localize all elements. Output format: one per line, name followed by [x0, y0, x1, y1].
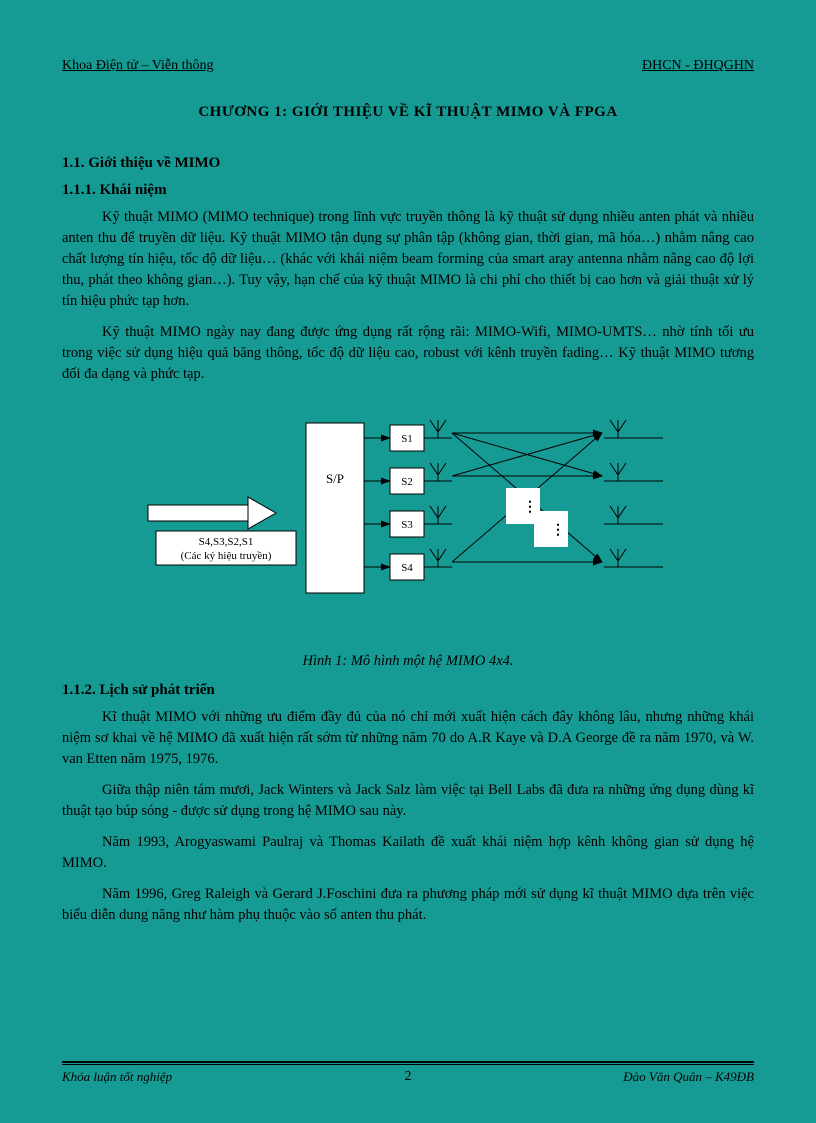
sp-label: S/P: [326, 471, 344, 486]
svg-text:S2: S2: [401, 476, 413, 488]
s-boxes: S1 S2 S3 S4: [364, 425, 424, 580]
paragraph: Kỹ thuật MIMO ngày nay đang được ứng dụn…: [62, 322, 754, 385]
footer-right: Đào Văn Quân – K49ĐB: [623, 1069, 754, 1085]
paragraph: Năm 1993, Arogyaswami Paulraj và Thomas …: [62, 832, 754, 874]
paragraph: Kĩ thuật MIMO với những ưu điểm đầy đủ c…: [62, 707, 754, 770]
svg-text:S1: S1: [401, 433, 413, 445]
svg-text:S3: S3: [401, 519, 413, 531]
section-1-1-1: 1.1.1. Khái niệm: [62, 182, 754, 199]
input-label-box: S4,S3,S2,S1 (Các ký hiệu truyền): [156, 531, 296, 565]
occlusion-boxes: ⋮ ⋮: [506, 488, 568, 547]
section-1-1: 1.1. Giới thiệu về MIMO: [62, 155, 754, 172]
section-1-1-2: 1.1.2. Lịch sử phát triển: [62, 682, 754, 699]
svg-text:S4: S4: [401, 562, 413, 574]
svg-text:⋮: ⋮: [523, 500, 537, 515]
page-header: Khoa Điện tử – Viễn thông ĐHCN - ĐHQGHN: [62, 58, 754, 74]
tx-antennas: [424, 420, 452, 567]
chapter-title: CHƯƠNG 1: GIỚI THIỆU VỀ KĨ THUẬT MIMO VÀ…: [62, 104, 754, 121]
header-left: Khoa Điện tử – Viễn thông: [62, 58, 214, 74]
paragraph: Kỹ thuật MIMO (MIMO technique) trong lĩn…: [62, 207, 754, 312]
figure-caption: Hình 1: Mô hình một hệ MIMO 4x4.: [62, 653, 754, 670]
input-label-line1: S4,S3,S2,S1: [199, 536, 254, 548]
input-label-line2: (Các ký hiệu truyền): [181, 550, 272, 562]
input-arrow-icon: [148, 497, 276, 529]
page-footer: Khóa luận tốt nghiệp 2 Đào Văn Quân – K4…: [62, 1061, 754, 1085]
page-number: 2: [405, 1069, 412, 1085]
figure-mimo-diagram: S4,S3,S2,S1 (Các ký hiệu truyền) S/P S1 …: [62, 403, 754, 613]
sp-block: S/P: [306, 423, 364, 593]
svg-text:⋮: ⋮: [551, 523, 565, 538]
header-right: ĐHCN - ĐHQGHN: [642, 58, 754, 74]
rx-antennas: [604, 420, 663, 567]
paragraph: Giữa thập niên tám mươi, Jack Winters và…: [62, 780, 754, 822]
footer-left: Khóa luận tốt nghiệp: [62, 1069, 172, 1085]
paragraph: Năm 1996, Greg Raleigh và Gerard J.Fosch…: [62, 884, 754, 926]
